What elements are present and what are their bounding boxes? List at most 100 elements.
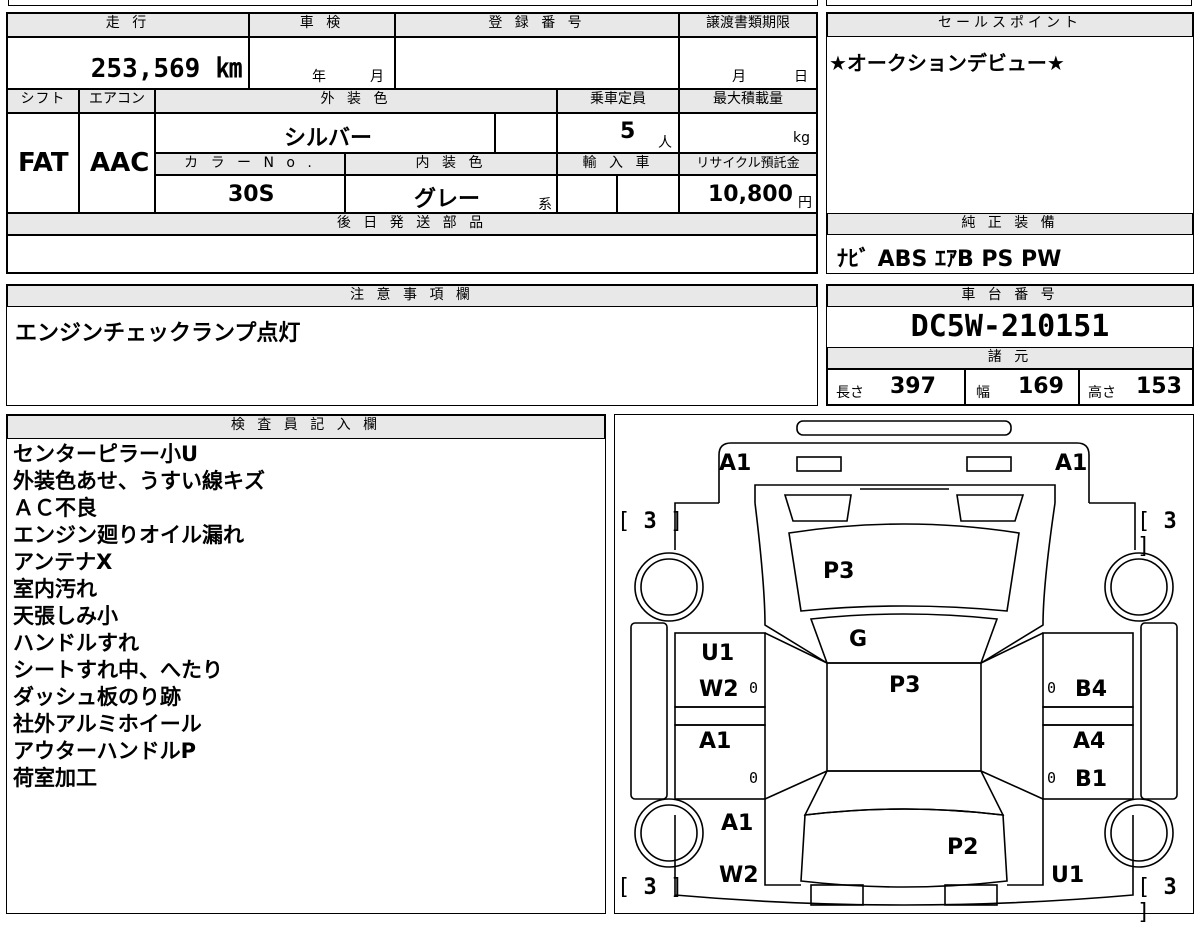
damage-right-b1: B1: [1075, 767, 1108, 792]
exterior-header: 外 装 色: [155, 89, 557, 113]
inspector-header: 検 査 員 記 入 欄: [7, 415, 605, 439]
tire-front-left: [ 3 ]: [617, 875, 684, 900]
specs-header: 諸 元: [827, 347, 1193, 369]
chassis-box: 車 台 番 号 DC5W-210151 諸 元 長さ 397 幅 169 高さ …: [826, 284, 1194, 406]
aircon-value: AAC: [90, 148, 150, 178]
tire-front-left-value: 3: [643, 875, 657, 900]
import-value-cell-a: [557, 175, 617, 213]
aircon-header: エアコン: [79, 89, 155, 113]
inspector-line: シートすれ中、へたり: [13, 658, 223, 682]
inspector-line: ハンドルすれ: [13, 631, 139, 655]
spec-length-value: 397: [890, 374, 936, 399]
recycle-value-cell: 10,800 円: [679, 175, 817, 213]
inspector-line: センターピラー小U: [13, 442, 199, 466]
spec-length-cell: 長さ 397: [827, 369, 965, 405]
sales-point-box: セールスポイント ★オークションデビュー★ 純 正 装 備 ﾅﾋﾞ ABS ｴｱ…: [826, 12, 1194, 274]
shift-value-cell: FAT: [7, 113, 79, 213]
import-header: 輸 入 車: [557, 153, 679, 175]
spec-width-label: 幅: [976, 385, 990, 401]
car-diagram-box: A1 A1 P3 G P3 U1 W2 A1 B4 A4 B1 A1 P2 W2…: [614, 414, 1194, 925]
shift-value: FAT: [18, 148, 69, 178]
mileage-header: 走 行: [7, 13, 249, 37]
damage-rear-right: A1: [1055, 451, 1088, 476]
recycle-unit: 円: [798, 195, 812, 211]
recycle-header: リサイクル預託金: [679, 153, 817, 175]
damage-front-left-w2: W2: [719, 863, 759, 888]
inspector-line: エンジン廻りオイル漏れ: [13, 523, 244, 547]
registration-header: 登 録 番 号: [395, 13, 679, 37]
capacity-value-cell: 5 人: [557, 113, 679, 153]
caution-header: 注 意 事 項 欄: [7, 285, 817, 307]
top-right-partial-strip: [826, 0, 1192, 6]
door-zero: 0: [749, 679, 759, 697]
spec-height-value: 153: [1136, 374, 1182, 399]
mileage-value-cell: 253,569 ㎞: [7, 37, 249, 89]
max-load-value-cell: kg: [679, 113, 817, 153]
capacity-header: 乗車定員: [557, 89, 679, 113]
inspector-lines: センターピラー小U 外装色あせ、うすい線キズ ＡＣ不良 エンジン廻りオイル漏れ …: [13, 441, 265, 792]
chassis-value: DC5W-210151: [910, 309, 1110, 344]
max-load-unit: kg: [793, 130, 810, 146]
inspector-line: ダッシュ板のり跡: [13, 685, 181, 709]
damage-front-left-a1: A1: [721, 811, 754, 836]
damage-front-right-u1: U1: [1051, 863, 1085, 888]
shaken-month-unit: 月: [370, 69, 384, 85]
aircon-value-cell: AAC: [79, 113, 155, 213]
color-no-value-cell: 30S: [155, 175, 345, 213]
shaken-header: 車 検: [249, 13, 395, 37]
tire-front-right: [ 3 ]: [1137, 875, 1177, 925]
damage-rear-window: G: [849, 627, 868, 652]
damage-left-w2: W2: [699, 677, 739, 702]
exterior-value-cell: シルバー: [155, 113, 495, 153]
spec-height-label: 高さ: [1088, 385, 1116, 401]
inspector-line: アンテナX: [13, 550, 113, 574]
capacity-value: 5: [620, 119, 636, 144]
inspector-line: ＡＣ不良: [13, 496, 97, 520]
tire-rear-left-value: 3: [643, 509, 657, 534]
shaken-value-cell: 年 月: [249, 37, 395, 89]
caution-text: エンジンチェックランプ点灯: [15, 321, 301, 346]
chassis-header: 車 台 番 号: [827, 285, 1193, 307]
door-zero: 0: [749, 769, 759, 787]
spec-width-cell: 幅 169: [965, 369, 1079, 405]
sales-point-header: セールスポイント: [827, 13, 1193, 37]
capacity-unit: 人: [658, 135, 672, 151]
interior-suffix: 系: [538, 197, 552, 213]
tire-rear-right-value: 3: [1163, 509, 1177, 534]
max-load-header: 最大積載量: [679, 89, 817, 113]
color-no-header: カ ラ ー N o .: [155, 153, 345, 175]
exterior-extra-cell: [495, 113, 557, 153]
sales-point-text: ★オークションデビュー★: [829, 51, 1065, 75]
top-partial-strip: [8, 0, 818, 6]
mileage-value: 253,569 ㎞: [90, 54, 242, 84]
transfer-header: 譲渡書類期限: [679, 13, 817, 37]
damage-rear-left: A1: [719, 451, 752, 476]
vehicle-info-grid: 走 行 車 検 登 録 番 号 譲渡書類期限 253,569 ㎞ 年 月 月 日…: [6, 12, 818, 274]
shaken-year-unit: 年: [312, 69, 326, 85]
inspector-line: 社外アルミホイール: [13, 712, 202, 736]
damage-left-a1: A1: [699, 729, 732, 754]
color-no-value: 30S: [228, 182, 275, 207]
inspector-line: 天張しみ小: [13, 604, 118, 628]
door-zero: 0: [1047, 769, 1057, 787]
spec-width-value: 169: [1018, 374, 1064, 399]
damage-roof: P3: [889, 673, 921, 698]
registration-value-cell: [395, 37, 679, 89]
genuine-equipment-items: ﾅﾋﾞ ABS ｴｱB PS PW: [837, 247, 1062, 272]
later-parts-header: 後 日 発 送 部 品: [7, 213, 817, 235]
tire-front-right-value: 3: [1163, 875, 1177, 900]
damage-left-u1: U1: [701, 641, 735, 666]
inspector-line: アウターハンドルP: [13, 739, 196, 763]
recycle-value: 10,800: [708, 182, 793, 207]
caution-box: 注 意 事 項 欄 エンジンチェックランプ点灯: [6, 284, 818, 406]
transfer-month-unit: 月: [732, 69, 746, 85]
damage-right-a4: A4: [1073, 729, 1106, 754]
inspector-line: 外装色あせ、うすい線キズ: [13, 469, 265, 493]
genuine-equipment-header: 純 正 装 備: [827, 213, 1193, 235]
later-parts-value-cell: [7, 235, 817, 273]
transfer-value-cell: 月 日: [679, 37, 817, 89]
tire-rear-left: [ 3 ]: [617, 509, 684, 534]
transfer-day-unit: 日: [794, 69, 808, 85]
exterior-value: シルバー: [284, 126, 373, 151]
interior-value-cell: グレー 系: [345, 175, 557, 213]
